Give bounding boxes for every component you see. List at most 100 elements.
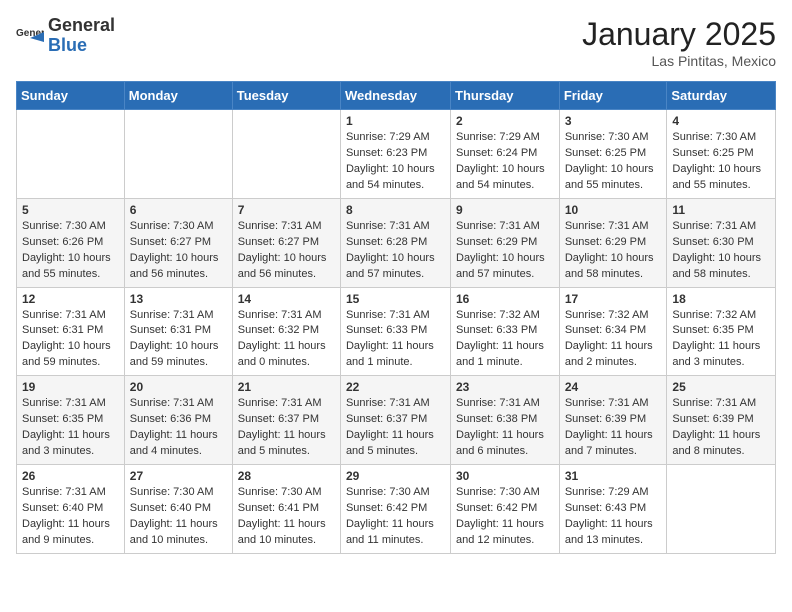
day-number: 1 (346, 114, 445, 128)
day-cell: 19Sunrise: 7:31 AM Sunset: 6:35 PM Dayli… (17, 376, 125, 465)
day-info: Sunrise: 7:31 AM Sunset: 6:40 PM Dayligh… (22, 485, 119, 549)
day-number: 19 (22, 380, 119, 394)
week-row-3: 12Sunrise: 7:31 AM Sunset: 6:31 PM Dayli… (17, 287, 776, 376)
day-cell: 11 Sunrise: 7:31 AM Sunset: 6:30 PM Dayli… (667, 198, 776, 287)
col-header-saturday: Saturday (667, 82, 776, 110)
month-title: January 2025 (582, 16, 776, 53)
day-cell: 26 Sunrise: 7:31 AM Sunset: 6:40 PM Dayli… (17, 465, 125, 554)
logo: General General Blue (16, 16, 115, 56)
day-info: Sunrise: 7:32 AM Sunset: 6:34 PM Dayligh… (565, 308, 662, 372)
day-info: Sunrise: 7:31 AM Sunset: 6:33 PM Dayligh… (346, 308, 445, 372)
day-cell: 28Sunrise: 7:30 AM Sunset: 6:41 PM Dayli… (232, 465, 340, 554)
week-row-2: 5 Sunrise: 7:30 AM Sunset: 6:26 PM Daylig… (17, 198, 776, 287)
day-info: Sunrise: 7:30 AM Sunset: 6:42 PM Dayligh… (346, 485, 445, 549)
day-info: Sunrise: 7:31 AM Sunset: 6:31 PM Dayligh… (130, 308, 227, 372)
day-number: 31 (565, 469, 662, 483)
day-number: 27 (130, 469, 227, 483)
day-info: Sunrise: 7:30 AM Sunset: 6:41 PM Dayligh… (238, 485, 335, 549)
week-row-5: 26 Sunrise: 7:31 AM Sunset: 6:40 PM Dayli… (17, 465, 776, 554)
calendar-table: SundayMondayTuesdayWednesdayThursdayFrid… (16, 81, 776, 554)
day-number: 16 (456, 292, 554, 306)
day-info: Sunrise: 7:31 AM Sunset: 6:30 PM Dayligh… (672, 219, 770, 283)
day-cell: 12Sunrise: 7:31 AM Sunset: 6:31 PM Dayli… (17, 287, 125, 376)
title-block: January 2025 Las Pintitas, Mexico (582, 16, 776, 69)
day-info: Sunrise: 7:30 AM Sunset: 6:26 PM Dayligh… (22, 219, 119, 283)
col-header-monday: Monday (124, 82, 232, 110)
day-number: 7 (238, 203, 335, 217)
day-cell: 16 Sunrise: 7:32 AM Sunset: 6:33 PM Dayli… (451, 287, 560, 376)
col-header-thursday: Thursday (451, 82, 560, 110)
day-cell: 2 Sunrise: 7:29 AM Sunset: 6:24 PM Daylig… (451, 110, 560, 199)
day-info: Sunrise: 7:32 AM Sunset: 6:35 PM Dayligh… (672, 308, 770, 372)
day-info: Sunrise: 7:30 AM Sunset: 6:25 PM Dayligh… (672, 130, 770, 194)
day-info: Sunrise: 7:31 AM Sunset: 6:28 PM Dayligh… (346, 219, 445, 283)
day-number: 21 (238, 380, 335, 394)
day-info: Sunrise: 7:30 AM Sunset: 6:27 PM Dayligh… (130, 219, 227, 283)
day-number: 15 (346, 292, 445, 306)
day-info: Sunrise: 7:31 AM Sunset: 6:27 PM Dayligh… (238, 219, 335, 283)
day-cell (667, 465, 776, 554)
day-number: 24 (565, 380, 662, 394)
day-number: 20 (130, 380, 227, 394)
day-number: 6 (130, 203, 227, 217)
day-info: Sunrise: 7:32 AM Sunset: 6:33 PM Dayligh… (456, 308, 554, 372)
day-cell: 5 Sunrise: 7:30 AM Sunset: 6:26 PM Daylig… (17, 198, 125, 287)
day-info: Sunrise: 7:30 AM Sunset: 6:25 PM Dayligh… (565, 130, 662, 194)
col-header-sunday: Sunday (17, 82, 125, 110)
day-info: Sunrise: 7:31 AM Sunset: 6:39 PM Dayligh… (672, 396, 770, 460)
day-number: 5 (22, 203, 119, 217)
day-info: Sunrise: 7:31 AM Sunset: 6:37 PM Dayligh… (346, 396, 445, 460)
day-number: 14 (238, 292, 335, 306)
day-cell: 3 Sunrise: 7:30 AM Sunset: 6:25 PM Daylig… (559, 110, 667, 199)
day-number: 4 (672, 114, 770, 128)
day-info: Sunrise: 7:31 AM Sunset: 6:39 PM Dayligh… (565, 396, 662, 460)
day-number: 2 (456, 114, 554, 128)
day-info: Sunrise: 7:31 AM Sunset: 6:37 PM Dayligh… (238, 396, 335, 460)
day-number: 25 (672, 380, 770, 394)
day-info: Sunrise: 7:30 AM Sunset: 6:40 PM Dayligh… (130, 485, 227, 549)
day-number: 10 (565, 203, 662, 217)
day-cell: 27 Sunrise: 7:30 AM Sunset: 6:40 PM Dayli… (124, 465, 232, 554)
day-cell: 9Sunrise: 7:31 AM Sunset: 6:29 PM Daylig… (451, 198, 560, 287)
day-number: 18 (672, 292, 770, 306)
day-number: 26 (22, 469, 119, 483)
col-header-friday: Friday (559, 82, 667, 110)
day-cell (124, 110, 232, 199)
day-cell: 13 Sunrise: 7:31 AM Sunset: 6:31 PM Dayli… (124, 287, 232, 376)
day-cell: 25 Sunrise: 7:31 AM Sunset: 6:39 PM Dayli… (667, 376, 776, 465)
day-info: Sunrise: 7:31 AM Sunset: 6:36 PM Dayligh… (130, 396, 227, 460)
day-cell: 21 Sunrise: 7:31 AM Sunset: 6:37 PM Dayli… (232, 376, 340, 465)
day-cell (17, 110, 125, 199)
day-number: 17 (565, 292, 662, 306)
day-cell: 22 Sunrise: 7:31 AM Sunset: 6:37 PM Dayli… (340, 376, 450, 465)
day-number: 22 (346, 380, 445, 394)
day-cell: 18 Sunrise: 7:32 AM Sunset: 6:35 PM Dayli… (667, 287, 776, 376)
day-cell: 29Sunrise: 7:30 AM Sunset: 6:42 PM Dayli… (340, 465, 450, 554)
logo-general-text: General (48, 15, 115, 35)
day-cell: 8Sunrise: 7:31 AM Sunset: 6:28 PM Daylig… (340, 198, 450, 287)
day-info: Sunrise: 7:29 AM Sunset: 6:24 PM Dayligh… (456, 130, 554, 194)
logo-blue-text: Blue (48, 35, 87, 55)
day-number: 11 (672, 203, 770, 217)
day-number: 13 (130, 292, 227, 306)
week-row-1: 1 Sunrise: 7:29 AM Sunset: 6:23 PM Daylig… (17, 110, 776, 199)
logo-icon: General (16, 22, 44, 50)
day-cell: 30Sunrise: 7:30 AM Sunset: 6:42 PM Dayli… (451, 465, 560, 554)
week-row-4: 19Sunrise: 7:31 AM Sunset: 6:35 PM Dayli… (17, 376, 776, 465)
day-number: 3 (565, 114, 662, 128)
day-number: 23 (456, 380, 554, 394)
day-number: 30 (456, 469, 554, 483)
day-cell: 23Sunrise: 7:31 AM Sunset: 6:38 PM Dayli… (451, 376, 560, 465)
day-cell: 7 Sunrise: 7:31 AM Sunset: 6:27 PM Daylig… (232, 198, 340, 287)
day-info: Sunrise: 7:31 AM Sunset: 6:29 PM Dayligh… (456, 219, 554, 283)
day-cell: 24 Sunrise: 7:31 AM Sunset: 6:39 PM Dayli… (559, 376, 667, 465)
day-info: Sunrise: 7:29 AM Sunset: 6:23 PM Dayligh… (346, 130, 445, 194)
day-cell: 31Sunrise: 7:29 AM Sunset: 6:43 PM Dayli… (559, 465, 667, 554)
day-cell: 17 Sunrise: 7:32 AM Sunset: 6:34 PM Dayli… (559, 287, 667, 376)
col-header-wednesday: Wednesday (340, 82, 450, 110)
location: Las Pintitas, Mexico (582, 53, 776, 69)
day-cell: 4 Sunrise: 7:30 AM Sunset: 6:25 PM Daylig… (667, 110, 776, 199)
day-cell: 20 Sunrise: 7:31 AM Sunset: 6:36 PM Dayli… (124, 376, 232, 465)
day-cell: 6 Sunrise: 7:30 AM Sunset: 6:27 PM Daylig… (124, 198, 232, 287)
day-info: Sunrise: 7:31 AM Sunset: 6:31 PM Dayligh… (22, 308, 119, 372)
